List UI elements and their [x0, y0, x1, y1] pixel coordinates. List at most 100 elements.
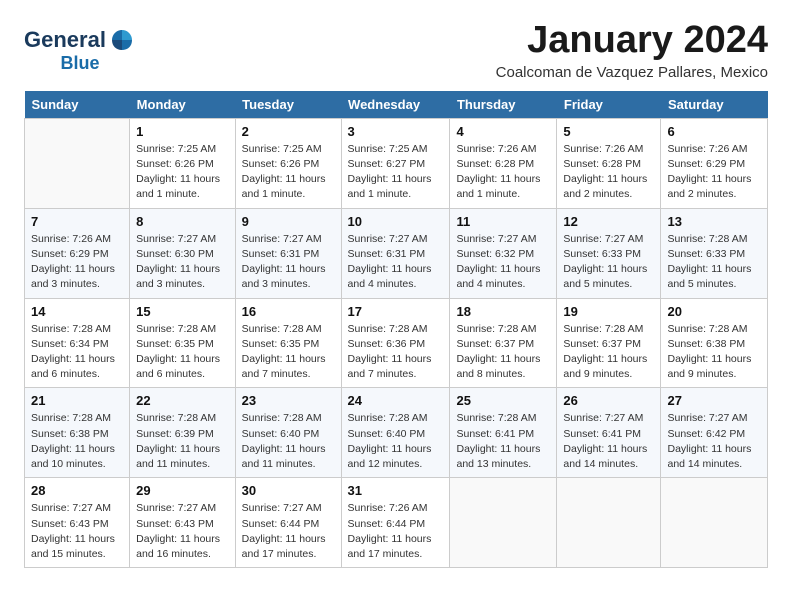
- day-info: Sunrise: 7:28 AMSunset: 6:35 PMDaylight:…: [136, 322, 228, 383]
- day-number: 2: [242, 124, 335, 139]
- day-info: Sunrise: 7:28 AMSunset: 6:35 PMDaylight:…: [242, 322, 335, 383]
- day-info: Sunrise: 7:25 AMSunset: 6:26 PMDaylight:…: [136, 142, 228, 203]
- day-info: Sunrise: 7:27 AMSunset: 6:33 PMDaylight:…: [563, 232, 654, 293]
- calendar-cell: 8 Sunrise: 7:27 AMSunset: 6:30 PMDaylight…: [130, 208, 235, 298]
- calendar-cell: 2 Sunrise: 7:25 AMSunset: 6:26 PMDaylight…: [235, 118, 341, 208]
- day-number: 18: [456, 304, 550, 319]
- calendar-cell: 26 Sunrise: 7:27 AMSunset: 6:41 PMDayligh…: [557, 388, 661, 478]
- calendar-week-row: 7Sunrise: 7:26 AMSunset: 6:29 PMDaylight…: [25, 208, 768, 298]
- day-number: 22: [136, 393, 228, 408]
- calendar-cell: 29Sunrise: 7:27 AMSunset: 6:43 PMDayligh…: [130, 478, 235, 568]
- calendar-week-row: 14 Sunrise: 7:28 AMSunset: 6:34 PMDayligh…: [25, 298, 768, 388]
- logo: General Blue: [24, 26, 136, 72]
- day-info: Sunrise: 7:28 AMSunset: 6:36 PMDaylight:…: [348, 322, 444, 383]
- day-number: 7: [31, 214, 123, 229]
- calendar-cell: 7Sunrise: 7:26 AMSunset: 6:29 PMDaylight…: [25, 208, 130, 298]
- calendar-cell: 20Sunrise: 7:28 AMSunset: 6:38 PMDayligh…: [661, 298, 768, 388]
- month-title: January 2024: [496, 20, 768, 62]
- calendar-cell: 17 Sunrise: 7:28 AMSunset: 6:36 PMDayligh…: [341, 298, 450, 388]
- day-number: 10: [348, 214, 444, 229]
- day-number: 14: [31, 304, 123, 319]
- calendar-cell: 23Sunrise: 7:28 AMSunset: 6:40 PMDayligh…: [235, 388, 341, 478]
- calendar-cell: 5 Sunrise: 7:26 AMSunset: 6:28 PMDaylight…: [557, 118, 661, 208]
- day-number: 31: [348, 483, 444, 498]
- calendar-cell: 27Sunrise: 7:27 AMSunset: 6:42 PMDayligh…: [661, 388, 768, 478]
- logo-blue: Blue: [24, 54, 136, 72]
- day-info: Sunrise: 7:27 AMSunset: 6:41 PMDaylight:…: [563, 411, 654, 472]
- calendar-cell: 3Sunrise: 7:25 AMSunset: 6:27 PMDaylight…: [341, 118, 450, 208]
- calendar-cell: [25, 118, 130, 208]
- day-info: Sunrise: 7:25 AMSunset: 6:26 PMDaylight:…: [242, 142, 335, 203]
- calendar-cell: 22 Sunrise: 7:28 AMSunset: 6:39 PMDayligh…: [130, 388, 235, 478]
- calendar-cell: 18Sunrise: 7:28 AMSunset: 6:37 PMDayligh…: [450, 298, 557, 388]
- calendar-cell: 31 Sunrise: 7:26 AMSunset: 6:44 PMDayligh…: [341, 478, 450, 568]
- day-info: Sunrise: 7:27 AMSunset: 6:43 PMDaylight:…: [31, 501, 123, 562]
- day-info: Sunrise: 7:28 AMSunset: 6:38 PMDaylight:…: [31, 411, 123, 472]
- day-number: 17: [348, 304, 444, 319]
- calendar-cell: [557, 478, 661, 568]
- day-info: Sunrise: 7:26 AMSunset: 6:29 PMDaylight:…: [667, 142, 761, 203]
- day-info: Sunrise: 7:27 AMSunset: 6:31 PMDaylight:…: [242, 232, 335, 293]
- day-number: 30: [242, 483, 335, 498]
- header-thursday: Thursday: [450, 91, 557, 119]
- calendar-cell: 25 Sunrise: 7:28 AMSunset: 6:41 PMDayligh…: [450, 388, 557, 478]
- day-number: 12: [563, 214, 654, 229]
- calendar-cell: 6Sunrise: 7:26 AMSunset: 6:29 PMDaylight…: [661, 118, 768, 208]
- day-info: Sunrise: 7:28 AMSunset: 6:39 PMDaylight:…: [136, 411, 228, 472]
- day-info: Sunrise: 7:28 AMSunset: 6:40 PMDaylight:…: [348, 411, 444, 472]
- calendar-cell: 30 Sunrise: 7:27 AMSunset: 6:44 PMDayligh…: [235, 478, 341, 568]
- weekday-header-row: Sunday Monday Tuesday Wednesday Thursday…: [25, 91, 768, 119]
- day-number: 15: [136, 304, 228, 319]
- calendar-cell: 15 Sunrise: 7:28 AMSunset: 6:35 PMDayligh…: [130, 298, 235, 388]
- header-monday: Monday: [130, 91, 235, 119]
- day-info: Sunrise: 7:27 AMSunset: 6:43 PMDaylight:…: [136, 501, 228, 562]
- day-number: 16: [242, 304, 335, 319]
- header-saturday: Saturday: [661, 91, 768, 119]
- location-subtitle: Coalcoman de Vazquez Pallares, Mexico: [496, 64, 768, 81]
- header-wednesday: Wednesday: [341, 91, 450, 119]
- calendar-cell: 16 Sunrise: 7:28 AMSunset: 6:35 PMDayligh…: [235, 298, 341, 388]
- day-info: Sunrise: 7:27 AMSunset: 6:30 PMDaylight:…: [136, 232, 228, 293]
- logo-general: General: [24, 29, 106, 51]
- day-number: 8: [136, 214, 228, 229]
- day-info: Sunrise: 7:28 AMSunset: 6:38 PMDaylight:…: [667, 322, 761, 383]
- calendar-cell: 12 Sunrise: 7:27 AMSunset: 6:33 PMDayligh…: [557, 208, 661, 298]
- day-number: 21: [31, 393, 123, 408]
- calendar-cell: 10 Sunrise: 7:27 AMSunset: 6:31 PMDayligh…: [341, 208, 450, 298]
- day-info: Sunrise: 7:27 AMSunset: 6:44 PMDaylight:…: [242, 501, 335, 562]
- header-sunday: Sunday: [25, 91, 130, 119]
- day-info: Sunrise: 7:27 AMSunset: 6:32 PMDaylight:…: [456, 232, 550, 293]
- calendar-table: Sunday Monday Tuesday Wednesday Thursday…: [24, 91, 768, 568]
- calendar-week-row: 28 Sunrise: 7:27 AMSunset: 6:43 PMDayligh…: [25, 478, 768, 568]
- day-number: 11: [456, 214, 550, 229]
- day-number: 4: [456, 124, 550, 139]
- day-info: Sunrise: 7:28 AMSunset: 6:33 PMDaylight:…: [667, 232, 761, 293]
- calendar-cell: 19Sunrise: 7:28 AMSunset: 6:37 PMDayligh…: [557, 298, 661, 388]
- calendar-cell: 24 Sunrise: 7:28 AMSunset: 6:40 PMDayligh…: [341, 388, 450, 478]
- header-tuesday: Tuesday: [235, 91, 341, 119]
- day-number: 13: [667, 214, 761, 229]
- day-number: 23: [242, 393, 335, 408]
- calendar-cell: 21 Sunrise: 7:28 AMSunset: 6:38 PMDayligh…: [25, 388, 130, 478]
- day-info: Sunrise: 7:26 AMSunset: 6:28 PMDaylight:…: [563, 142, 654, 203]
- day-info: Sunrise: 7:28 AMSunset: 6:34 PMDaylight:…: [31, 322, 123, 383]
- calendar-cell: 28 Sunrise: 7:27 AMSunset: 6:43 PMDayligh…: [25, 478, 130, 568]
- day-number: 5: [563, 124, 654, 139]
- calendar-week-row: 1Sunrise: 7:25 AMSunset: 6:26 PMDaylight…: [25, 118, 768, 208]
- calendar-cell: 4Sunrise: 7:26 AMSunset: 6:28 PMDaylight…: [450, 118, 557, 208]
- day-number: 28: [31, 483, 123, 498]
- day-info: Sunrise: 7:27 AMSunset: 6:31 PMDaylight:…: [348, 232, 444, 293]
- logo-icon: [108, 26, 136, 54]
- day-info: Sunrise: 7:26 AMSunset: 6:44 PMDaylight:…: [348, 501, 444, 562]
- day-number: 26: [563, 393, 654, 408]
- calendar-cell: 9Sunrise: 7:27 AMSunset: 6:31 PMDaylight…: [235, 208, 341, 298]
- day-info: Sunrise: 7:28 AMSunset: 6:41 PMDaylight:…: [456, 411, 550, 472]
- day-info: Sunrise: 7:28 AMSunset: 6:37 PMDaylight:…: [563, 322, 654, 383]
- day-number: 27: [667, 393, 761, 408]
- title-section: January 2024 Coalcoman de Vazquez Pallar…: [496, 20, 768, 81]
- calendar-cell: 14 Sunrise: 7:28 AMSunset: 6:34 PMDayligh…: [25, 298, 130, 388]
- day-number: 24: [348, 393, 444, 408]
- calendar-cell: [450, 478, 557, 568]
- day-number: 25: [456, 393, 550, 408]
- calendar-cell: 1Sunrise: 7:25 AMSunset: 6:26 PMDaylight…: [130, 118, 235, 208]
